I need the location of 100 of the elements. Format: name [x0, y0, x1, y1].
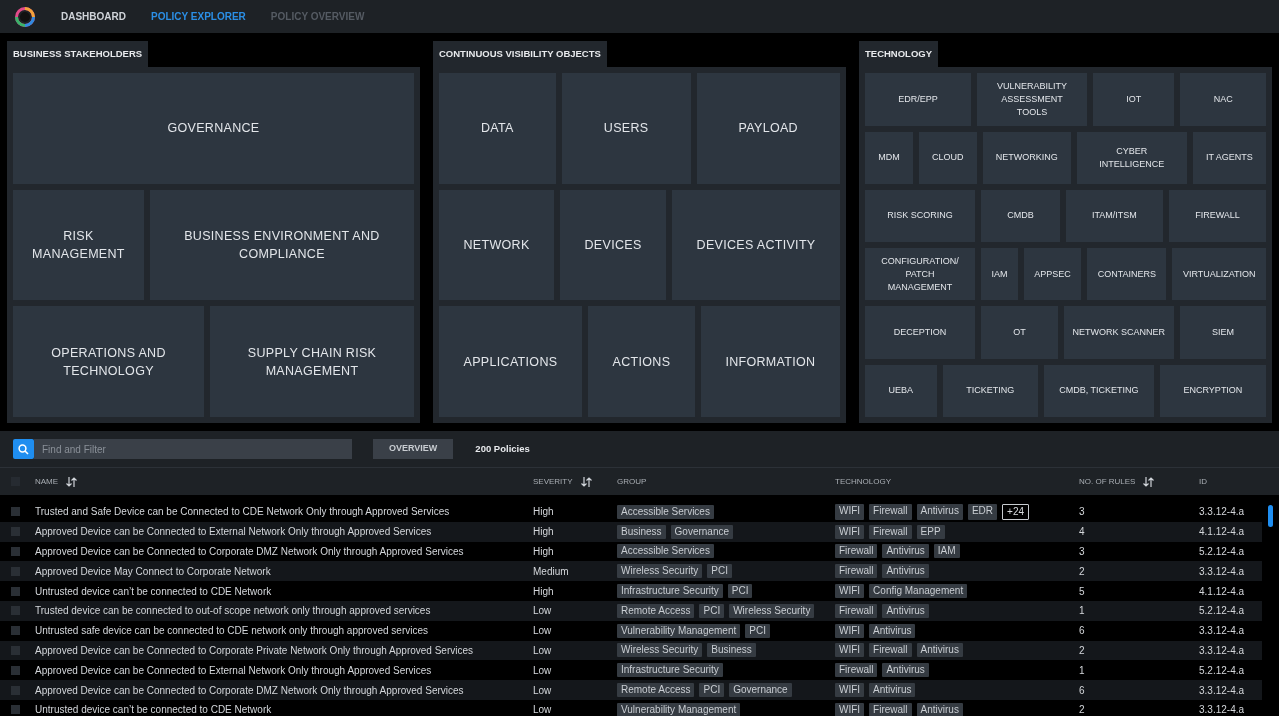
row-checkbox[interactable] — [11, 626, 20, 636]
nav-link[interactable]: POLICY EXPLORER — [151, 9, 246, 24]
category-tile[interactable]: NETWORKING — [982, 131, 1071, 184]
severity-text: High — [533, 585, 554, 597]
category-tile[interactable]: ITAM/ITSM — [1065, 189, 1163, 243]
row-checkbox[interactable] — [11, 645, 20, 655]
column-header[interactable]: GROUP — [617, 475, 647, 488]
policy-name: Untrusted safe device can be connected to CDE network only through approved services — [35, 625, 428, 637]
category-tile[interactable]: CYBER INTELLIGENCE — [1076, 131, 1187, 184]
policy-name: Approved Device can be Connected to Corporate Private Network Only through Approved Services — [35, 644, 473, 656]
category-tile[interactable]: CMDB — [981, 189, 1060, 243]
category-tile[interactable]: CMDB, TICKETING — [1043, 364, 1154, 418]
tag: WIFI — [835, 524, 865, 539]
category-tile[interactable]: NETWORK — [439, 189, 555, 301]
table-row[interactable]: Approved Device can be Connected to Corporate Private Network Only through Approved Services Low Wireless Security Business WIFI Firewall Antivirus 2 3.3.12-4.a — [0, 640, 1262, 661]
category-tile[interactable]: NAC — [1180, 73, 1266, 126]
tag: Infrastructure Security — [617, 584, 723, 599]
category-tile[interactable]: IT AGENTS — [1192, 131, 1266, 184]
table-row[interactable]: Trusted device can be connected to out-of scope network only through approved services Low Remote Access PCI Wireless Security Firewall Antivirus 1 5.2.12-4.a — [0, 601, 1262, 621]
category-tile[interactable]: CONFIGURATION/ PATCH MANAGEMENT — [865, 248, 975, 301]
category-tile[interactable]: APPLICATIONS — [439, 306, 582, 417]
category-tile[interactable]: OPERATIONS AND TECHNOLOGY — [13, 306, 204, 417]
category-tile[interactable]: TICKETING — [942, 364, 1038, 418]
category-tile[interactable]: UEBA — [865, 364, 937, 418]
column-header[interactable]: SEVERITY — [533, 475, 573, 488]
row-checkbox[interactable] — [11, 566, 20, 576]
sort-icon[interactable] — [66, 476, 78, 487]
tag: Antivirus — [869, 683, 916, 698]
policy-id: 3.3.12-4.a — [1199, 625, 1245, 637]
policy-id: 3.3.12-4.a — [1199, 704, 1245, 716]
category-tile[interactable]: CONTAINERS — [1087, 248, 1167, 301]
row-checkbox[interactable] — [11, 665, 20, 675]
category-tile[interactable]: NETWORK SCANNER — [1063, 306, 1174, 359]
column-header[interactable]: TECHNOLOGY — [835, 475, 891, 488]
category-tile[interactable]: OT — [981, 306, 1058, 359]
sort-icon[interactable] — [580, 476, 592, 487]
scrollbar-thumb[interactable] — [1268, 505, 1273, 527]
category-tile[interactable]: GOVERNANCE — [13, 73, 414, 184]
row-checkbox[interactable] — [11, 586, 20, 596]
category-tile[interactable]: SIEM — [1179, 306, 1266, 359]
tag: WIFI — [835, 683, 865, 698]
row-checkbox[interactable] — [11, 685, 20, 695]
search-field[interactable]: Find and Filter — [34, 439, 352, 459]
tag: Firewall — [835, 663, 878, 678]
category-tile[interactable]: USERS — [561, 73, 691, 184]
overview-button[interactable]: OVERVIEW — [373, 439, 454, 459]
category-tile[interactable]: ENCRYPTION — [1159, 364, 1266, 418]
category-tile[interactable]: DEVICES — [560, 189, 667, 301]
severity-text: High — [533, 506, 554, 518]
policy-id: 3.3.12-4.a — [1199, 644, 1245, 656]
category-tile[interactable]: APPSEC — [1023, 248, 1082, 301]
tag: Antivirus — [869, 623, 916, 638]
category-tile[interactable]: CLOUD — [918, 131, 977, 184]
category-tile[interactable]: DATA — [439, 73, 556, 184]
column-header[interactable]: NAME — [35, 475, 59, 488]
category-tile[interactable]: VULNERABILITY ASSESSMENT TOOLS — [977, 73, 1087, 126]
search-button[interactable] — [13, 439, 34, 459]
category-tile[interactable]: IAM — [981, 248, 1018, 301]
tag: Firewall — [869, 503, 912, 520]
category-tile[interactable]: ACTIONS — [587, 306, 695, 417]
category-tile[interactable]: DECEPTION — [865, 306, 975, 359]
tag: Antivirus — [916, 503, 963, 520]
row-checkbox[interactable] — [11, 527, 20, 537]
policy-name: Untrusted device can’t be connected to CDE Network — [35, 704, 272, 716]
row-checkbox[interactable] — [11, 705, 20, 715]
tag: Antivirus — [916, 643, 963, 658]
table-row[interactable]: Approved Device can be Connected to Corporate DMZ Network Only through Approved Services Low Remote Access PCI Governance WIFI Antivirus 6 3.3.12-4.a — [0, 680, 1262, 700]
tag: Vulnerability Management — [617, 702, 741, 716]
nav-link[interactable]: DASHBOARD — [61, 9, 126, 24]
column-header[interactable]: NO. OF RULES — [1079, 475, 1136, 488]
category-tile[interactable]: EDR/EPP — [865, 73, 971, 126]
rules-count: 4 — [1079, 526, 1085, 538]
row-checkbox[interactable] — [11, 507, 20, 517]
category-tile[interactable]: RISK MANAGEMENT — [13, 189, 144, 301]
category-tile[interactable]: RISK SCORING — [865, 189, 975, 243]
table-row[interactable]: Approved Device can be Connected to External Network Only through Approved Services High Business Governance WIFI Firewall EPP 4 4.1.12-4.a — [0, 521, 1262, 542]
category-tile[interactable]: IOT — [1093, 73, 1175, 126]
rules-count: 3 — [1079, 546, 1085, 557]
tag: Antivirus — [882, 603, 929, 618]
policy-name: Approved Device can be Connected to External Network Only through Approved Services — [35, 526, 432, 538]
row-checkbox[interactable] — [11, 547, 20, 556]
tag: PCI — [707, 564, 732, 579]
row-checkbox[interactable] — [11, 606, 20, 616]
tag: Business — [617, 524, 666, 539]
more-tag: +24 — [1002, 503, 1029, 520]
column-header[interactable]: ID — [1199, 475, 1207, 488]
tag: Remote Access — [617, 603, 695, 618]
table-row[interactable]: Approved Device May Connect to Corporate Network Medium Wireless Security PCI Firewall Antivirus 2 3.3.12-4.a — [0, 561, 1262, 582]
category-tile[interactable]: FIREWALL — [1169, 189, 1266, 243]
category-tile[interactable]: INFORMATION — [700, 306, 840, 417]
sort-icon[interactable] — [1143, 476, 1155, 487]
tag: WIFI — [835, 584, 865, 599]
category-tile[interactable]: VIRTUALIZATION — [1172, 248, 1266, 301]
category-tile[interactable]: MDM — [865, 131, 913, 184]
category-tile[interactable]: PAYLOAD — [696, 73, 840, 184]
category-tile[interactable]: DEVICES ACTIVITY — [672, 189, 840, 301]
tag: WIFI — [835, 623, 865, 638]
category-tile[interactable]: SUPPLY CHAIN RISK MANAGEMENT — [210, 306, 414, 417]
policy-id: 3.3.12-4.a — [1199, 684, 1245, 696]
category-tile[interactable]: BUSINESS ENVIRONMENT AND COMPLIANCE — [149, 189, 414, 301]
